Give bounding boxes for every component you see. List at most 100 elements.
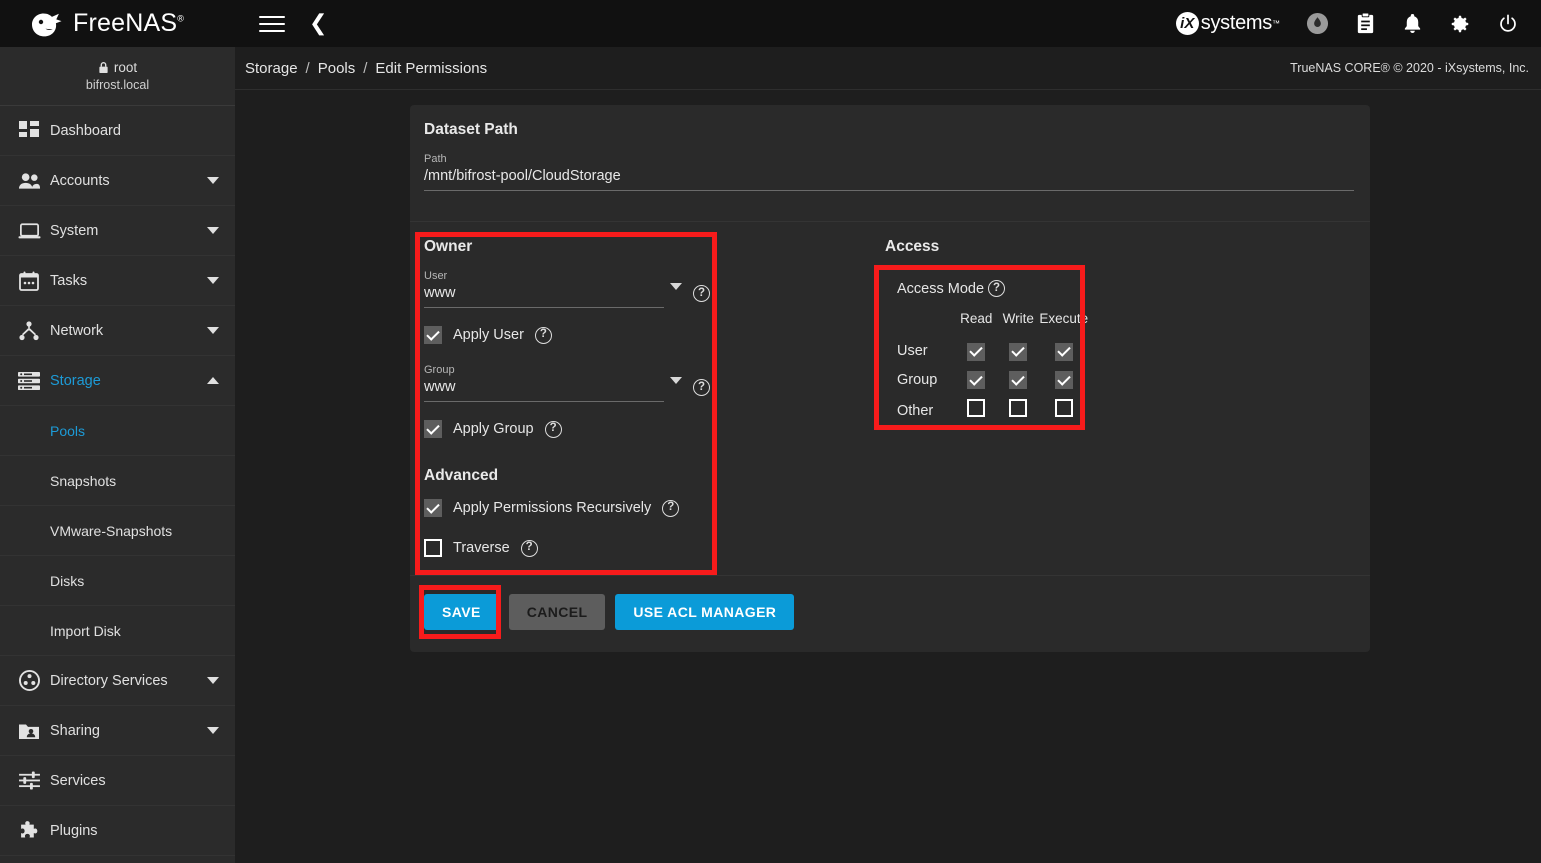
sidebar-item-snapshots[interactable]: Snapshots (0, 456, 235, 506)
group-read-checkbox[interactable] (967, 371, 986, 389)
owner-group-dropdown-caret-icon[interactable] (670, 377, 682, 384)
sidebar-item-services[interactable]: Services (0, 756, 235, 806)
matrix-row-label: Other (897, 402, 934, 419)
chevron-down-icon[interactable] (207, 327, 219, 334)
matrix-cell-other-execute (1039, 394, 1088, 427)
alerts-bell-icon[interactable] (1402, 12, 1423, 35)
group-write-checkbox[interactable] (1009, 371, 1028, 389)
apply-user-checkbox[interactable] (424, 326, 442, 344)
top-header-bar: FreeNAS® ❮ iX systems ™ (0, 0, 1541, 47)
owner-user-help-icon[interactable]: ? (693, 285, 710, 302)
apply-group-row: Apply Group ? (424, 420, 724, 438)
matrix-col-execute: Execute (1039, 311, 1089, 326)
dark-mode-icon[interactable] (1306, 12, 1329, 35)
matrix-cell-user-write (997, 337, 1039, 366)
sidebar-item-sharing[interactable]: Sharing (0, 706, 235, 756)
breadcrumb-item-pools[interactable]: Pools (318, 60, 356, 77)
cancel-button[interactable]: CANCEL (508, 594, 606, 630)
owner-user-dropdown-caret-icon[interactable] (670, 283, 682, 290)
sidebar-item-system[interactable]: System (0, 206, 235, 256)
access-column: Access Access Mode ? Read Write Execute … (885, 238, 1110, 441)
sidebar-item-label: Pools (50, 422, 86, 439)
sidebar-item-label: Network (50, 322, 104, 339)
sidebar-user-box: root bifrost.local (0, 47, 235, 106)
sidebar-item-import-disk[interactable]: Import Disk (0, 606, 235, 656)
chevron-up-icon[interactable] (207, 377, 219, 384)
matrix-col-write: Write (1002, 311, 1034, 326)
owner-user-label: User (424, 270, 448, 282)
chevron-down-icon[interactable] (207, 677, 219, 684)
form-actions-section: SAVE CANCEL USE ACL MANAGER (410, 575, 1370, 652)
sidebar-item-tasks[interactable]: Tasks (0, 256, 235, 306)
sidebar-item-plugins[interactable]: Plugins (0, 806, 235, 856)
other-execute-checkbox[interactable] (1054, 399, 1073, 417)
chevron-down-icon[interactable] (207, 727, 219, 734)
action-button-row: SAVE CANCEL USE ACL MANAGER (410, 576, 1370, 652)
apply-recursively-help-icon[interactable]: ? (662, 499, 680, 517)
access-mode-block: Access Mode ? Read Write Execute User Gr… (885, 270, 1110, 441)
owner-group-value[interactable]: www (424, 379, 664, 402)
owner-user-field[interactable]: User www ? (424, 270, 710, 308)
sidebar-item-disks[interactable]: Disks (0, 556, 235, 606)
save-button[interactable]: SAVE (424, 594, 499, 630)
chevron-down-icon[interactable] (207, 277, 219, 284)
ixsystems-badge-icon: iX (1175, 12, 1199, 35)
sidebar-item-pools[interactable]: Pools (0, 406, 235, 456)
user-read-checkbox[interactable] (967, 342, 986, 361)
sidebar-username: root (113, 60, 138, 75)
matrix-cell-other-read (955, 394, 997, 427)
other-read-checkbox[interactable] (967, 399, 986, 417)
chevron-down-icon[interactable] (207, 177, 219, 184)
dashboard-icon (8, 120, 50, 141)
apply-group-checkbox[interactable] (424, 420, 442, 438)
sidebar-item-network[interactable]: Network (0, 306, 235, 356)
access-mode-help-icon[interactable]: ? (988, 280, 1006, 297)
sidebar-item-directory-services[interactable]: Directory Services (0, 656, 235, 706)
apply-recursively-row: Apply Permissions Recursively ? (424, 499, 724, 517)
path-field-value[interactable]: /mnt/bifrost-pool/CloudStorage (424, 168, 1354, 191)
user-execute-checkbox[interactable] (1054, 342, 1073, 361)
plugins-puzzle-icon (8, 820, 50, 841)
chevron-down-icon[interactable] (207, 227, 219, 234)
owner-group-help-icon[interactable]: ? (693, 379, 710, 396)
storage-icon (8, 371, 50, 390)
main-content-area: Storage / Pools / Edit Permissions TrueN… (235, 47, 1541, 863)
dataset-path-section: Dataset Path Path /mnt/bifrost-pool/Clou… (410, 105, 1370, 221)
brand-logo-area[interactable]: FreeNAS® (0, 0, 235, 47)
other-write-checkbox[interactable] (1009, 399, 1028, 417)
apply-user-help-icon[interactable]: ? (534, 326, 552, 344)
traverse-help-icon[interactable]: ? (520, 539, 538, 557)
matrix-cell-other-write (997, 394, 1039, 427)
apply-permissions-recursively-checkbox[interactable] (424, 499, 442, 517)
apply-group-help-icon[interactable]: ? (544, 420, 562, 438)
group-execute-checkbox[interactable] (1054, 371, 1073, 389)
sidebar-item-storage[interactable]: Storage (0, 356, 235, 406)
sidebar-item-accounts[interactable]: Accounts (0, 156, 235, 206)
sidebar-item-dashboard[interactable]: Dashboard (0, 106, 235, 156)
path-field[interactable]: Path /mnt/bifrost-pool/CloudStorage (424, 153, 1354, 191)
breadcrumb-item-storage[interactable]: Storage (245, 60, 298, 77)
sidebar-item-label: Storage (50, 372, 101, 389)
chevron-left-icon[interactable]: ❮ (309, 12, 327, 35)
matrix-cell-group-write (997, 366, 1039, 395)
matrix-col-read: Read (960, 311, 993, 326)
tasks-calendar-icon (8, 271, 50, 291)
owner-column: Owner User www ? Apply User ? Group www … (424, 238, 724, 441)
traverse-checkbox[interactable] (424, 539, 442, 557)
settings-gear-icon[interactable] (1449, 13, 1471, 35)
freenas-fish-logo-icon (32, 13, 62, 36)
owner-user-value[interactable]: www (424, 285, 664, 308)
accounts-people-icon (8, 172, 50, 190)
matrix-row-group: Group (897, 366, 1088, 395)
use-acl-manager-button[interactable]: USE ACL MANAGER (615, 594, 795, 630)
access-mode-label-row: Access Mode ? (897, 280, 1088, 297)
user-write-checkbox[interactable] (1009, 342, 1028, 361)
sidebar-item-vmware-snapshots[interactable]: VMware-Snapshots (0, 506, 235, 556)
sidebar-item-label: Accounts (50, 172, 110, 189)
task-manager-icon[interactable] (1355, 12, 1376, 35)
matrix-row-user: User (897, 337, 1088, 366)
lock-icon (99, 62, 108, 73)
owner-group-field[interactable]: Group www ? (424, 364, 710, 402)
power-icon[interactable] (1497, 13, 1519, 35)
hamburger-menu-icon[interactable] (259, 11, 285, 37)
